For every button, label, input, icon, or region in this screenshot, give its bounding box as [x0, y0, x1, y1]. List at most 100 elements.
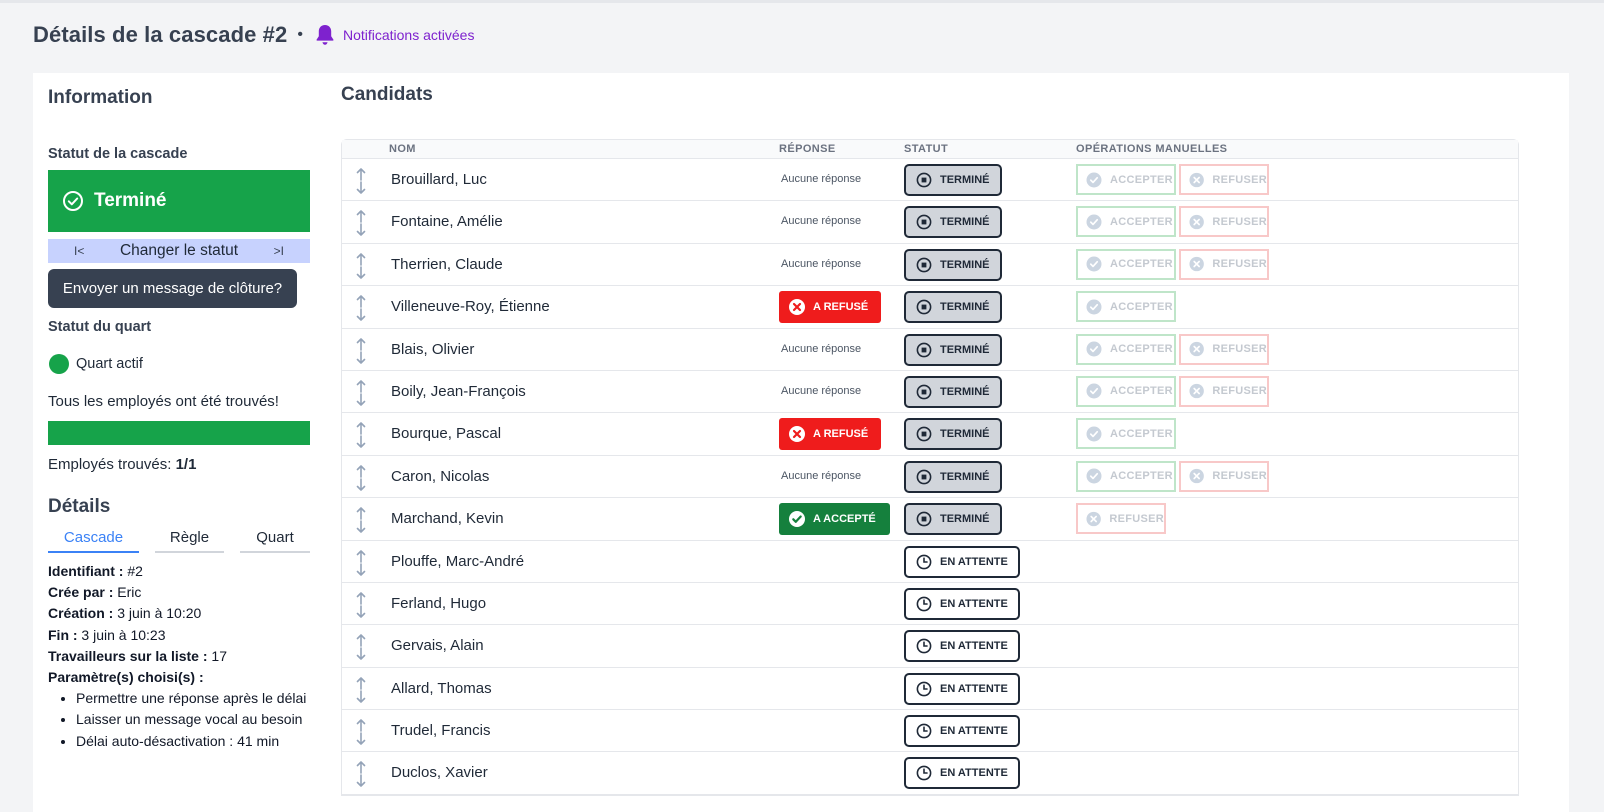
x-circle-icon: [1189, 257, 1204, 272]
refuse-button[interactable]: REFUSER: [1179, 206, 1269, 238]
x-circle-icon: [1189, 384, 1204, 399]
clock-icon: [916, 766, 932, 781]
status-badge-waiting: EN ATTENTE: [904, 545, 1020, 578]
candidate-name: Gervais, Alain: [391, 637, 484, 655]
status-badge-done: TERMINÉ: [904, 375, 1002, 408]
drag-handle-icon[interactable]: [355, 422, 367, 449]
accept-button[interactable]: ACCEPTER: [1076, 418, 1176, 450]
check-circle-icon: [1086, 426, 1102, 442]
found-message: Tous les employés ont été trouvés!: [48, 393, 279, 410]
status-label: EN ATTENTE: [940, 725, 1008, 738]
status-badge-done: TERMINÉ: [904, 503, 1002, 536]
param-item: Permettre une réponse après le délai: [76, 688, 306, 709]
stop-circle-icon: [916, 214, 932, 230]
drag-handle-icon[interactable]: [355, 210, 367, 237]
last-status-icon[interactable]: >I: [274, 244, 284, 258]
table-row: Plouffe, Marc-André EN ATTENTE: [342, 541, 1518, 583]
found-count: Employés trouvés: 1/1: [48, 456, 196, 473]
detail-params-label: Paramètre(s) choisi(s) :: [48, 669, 204, 686]
accept-button[interactable]: ACCEPTER: [1076, 375, 1176, 407]
drag-handle-icon[interactable]: [355, 549, 367, 576]
status-label: TERMINÉ: [940, 470, 990, 483]
status-badge-done: TERMINÉ: [904, 248, 1002, 281]
accept-label: ACCEPTER: [1110, 258, 1173, 271]
closure-message-button[interactable]: Envoyer un message de clôture?: [48, 269, 297, 308]
accept-button[interactable]: ACCEPTER: [1076, 460, 1176, 492]
refuse-button[interactable]: REFUSER: [1179, 164, 1269, 195]
refuse-label: REFUSER: [1212, 343, 1267, 356]
drag-handle-icon[interactable]: [355, 761, 367, 788]
detail-id: Identifiant : #2: [48, 563, 143, 579]
drag-handle-icon[interactable]: [355, 676, 367, 703]
drag-handle-icon[interactable]: [355, 295, 367, 321]
tab-cascade[interactable]: Cascade: [48, 529, 139, 553]
stop-circle-icon: [916, 384, 932, 400]
refuse-button[interactable]: REFUSER: [1179, 375, 1269, 407]
refuse-button[interactable]: REFUSER: [1179, 333, 1269, 365]
refuse-button[interactable]: REFUSER: [1179, 460, 1269, 492]
status-label: TERMINÉ: [940, 301, 990, 314]
status-label: EN ATTENTE: [940, 682, 1008, 695]
drag-handle-icon[interactable]: [355, 592, 367, 618]
table-row: Fontaine, Amélie Aucune réponse TERMINÉ ACC…: [342, 201, 1518, 244]
response-badge-label: A REFUSÉ: [813, 428, 869, 441]
status-badge-done: TERMINÉ: [904, 164, 1002, 196]
shift-status-value: Quart actif: [76, 356, 143, 372]
top-border: [0, 0, 1604, 3]
refuse-button[interactable]: REFUSER: [1076, 503, 1166, 535]
accept-button[interactable]: ACCEPTER: [1076, 206, 1176, 238]
candidate-name: Allard, Thomas: [391, 679, 492, 697]
drag-handle-icon[interactable]: [355, 507, 367, 533]
x-circle-icon: [1189, 214, 1204, 230]
table-header: NOM RÉPONSE STATUT OPÉRATIONS MANUELLES: [342, 140, 1518, 159]
candidate-name: Brouillard, Luc: [391, 171, 487, 188]
drag-handle-icon[interactable]: [355, 464, 367, 491]
drag-handle-icon[interactable]: [355, 634, 367, 661]
status-badge-waiting: EN ATTENTE: [904, 587, 1020, 620]
accept-button[interactable]: ACCEPTER: [1076, 333, 1176, 365]
status-badge-waiting: EN ATTENTE: [904, 672, 1020, 705]
drag-handle-icon[interactable]: [355, 252, 367, 279]
status-label: EN ATTENTE: [940, 767, 1008, 780]
drag-handle-icon[interactable]: [355, 380, 367, 406]
no-response-text: Aucune réponse: [781, 215, 862, 228]
accept-label: ACCEPTER: [1110, 385, 1173, 398]
check-circle-icon: [1086, 172, 1102, 187]
candidate-name: Trudel, Francis: [391, 722, 491, 740]
accept-button[interactable]: ACCEPTER: [1076, 248, 1176, 280]
status-badge-done: TERMINÉ: [904, 206, 1002, 239]
stop-circle-icon: [916, 172, 932, 188]
status-label: TERMINÉ: [940, 385, 990, 398]
status-badge-done: TERMINÉ: [904, 291, 1002, 324]
detail-created-by: Crée par : Eric: [48, 584, 142, 601]
candidates-table: NOM RÉPONSE STATUT OPÉRATIONS MANUELLES …: [341, 139, 1519, 796]
drag-handle-icon[interactable]: [355, 168, 367, 194]
stop-circle-icon: [916, 511, 932, 527]
accept-label: ACCEPTER: [1110, 173, 1173, 186]
change-status-label: Changer le statut: [119, 242, 239, 259]
drag-handle-icon[interactable]: [355, 337, 367, 364]
refuse-label: REFUSER: [1212, 173, 1267, 186]
candidate-name: Blais, Olivier: [391, 340, 475, 358]
x-icon: [792, 303, 802, 312]
tab-quart[interactable]: Quart: [240, 529, 310, 553]
accept-button[interactable]: ACCEPTER: [1076, 164, 1176, 195]
refuse-button[interactable]: REFUSER: [1179, 248, 1269, 280]
clock-icon: [916, 638, 932, 654]
response-badge-label: A REFUSÉ: [813, 301, 869, 314]
info-heading: Information: [48, 87, 153, 108]
table-row: Blais, Olivier Aucune réponse TERMINÉ ACCEP…: [342, 329, 1518, 371]
table-row: Gervais, Alain EN ATTENTE: [342, 625, 1518, 668]
accept-button[interactable]: ACCEPTER: [1076, 291, 1176, 323]
change-status-control[interactable]: I< Changer le statut >I: [48, 239, 310, 263]
notifications-toggle[interactable]: Notifications activées: [315, 24, 474, 46]
first-status-icon[interactable]: I<: [74, 244, 84, 258]
clock-icon: [916, 554, 932, 569]
check-circle-icon: [1086, 468, 1102, 484]
status-badge-done: TERMINÉ: [904, 418, 1002, 451]
tab-regle[interactable]: Règle: [155, 529, 224, 553]
stop-circle-icon: [916, 426, 932, 442]
drag-handle-icon[interactable]: [355, 719, 367, 745]
param-item: Laisser un message vocal au besoin: [76, 709, 306, 730]
response-badge-accepted: A ACCEPTÉ: [779, 503, 890, 536]
